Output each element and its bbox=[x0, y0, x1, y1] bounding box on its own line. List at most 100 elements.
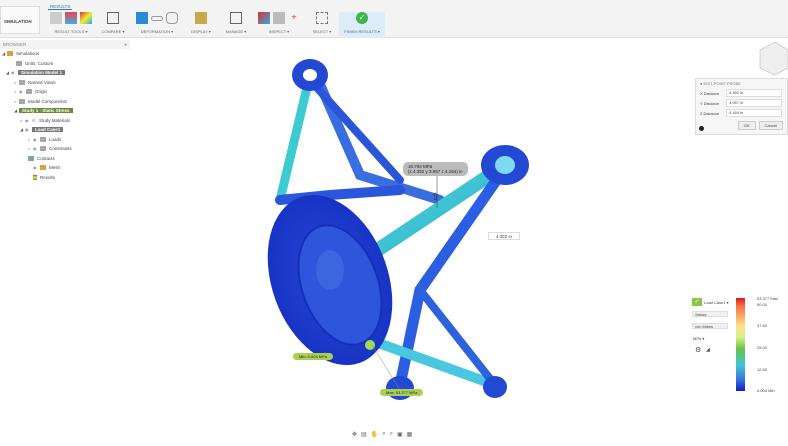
browser-node[interactable]: > ◉ Constraints bbox=[0, 144, 130, 154]
manage-icon bbox=[230, 12, 242, 24]
result-legend: ✓ Load Case1 ▾ Stress von Mises MPa ▾ ⚙ ◢… bbox=[690, 296, 788, 396]
legend-icon bbox=[65, 12, 77, 24]
plot-icon bbox=[80, 12, 92, 24]
pan-icon[interactable]: ✋ bbox=[371, 431, 378, 438]
compare-icon bbox=[107, 12, 119, 24]
result-type-dropdown[interactable]: Stress bbox=[692, 311, 728, 317]
browser-node[interactable]: Results bbox=[0, 173, 130, 183]
component-dropdown[interactable]: von Mises bbox=[692, 323, 728, 329]
browser-node[interactable]: > ◉ Loads bbox=[0, 135, 130, 145]
orbit-icon[interactable]: ✥ bbox=[352, 431, 357, 438]
browser-node[interactable]: > ◉ Origin bbox=[0, 87, 130, 97]
display-settings-icon[interactable]: ▣ bbox=[397, 431, 403, 438]
inspect-group[interactable]: + INSPECT ▾ bbox=[254, 12, 304, 36]
browser-node[interactable]: ◢ ◉ Load Case1 bbox=[0, 125, 130, 135]
x-distance-row: X Distance 4.352 in bbox=[696, 88, 787, 98]
display-icon bbox=[195, 12, 207, 24]
pin-icon[interactable]: ● bbox=[124, 42, 127, 47]
z-distance-row: Z Distance 4.164 in bbox=[696, 108, 787, 118]
y-distance-input[interactable]: 3.957 in bbox=[726, 99, 782, 107]
finish-results-button[interactable]: ✓ FINISH RESULTS ▾ bbox=[339, 12, 385, 38]
deform-scale-icon bbox=[151, 16, 163, 21]
node-label: Simulations bbox=[16, 51, 40, 57]
check-icon: ✓ bbox=[356, 12, 368, 24]
browser-node[interactable]: ◢ Simulations bbox=[0, 49, 130, 59]
ok-button[interactable]: OK bbox=[737, 121, 756, 130]
distance-input[interactable]: 4.352 in bbox=[488, 232, 520, 240]
tick-label: 37.50 bbox=[757, 323, 768, 328]
deform-auto-icon bbox=[166, 12, 178, 24]
tick-label: 50.00 bbox=[757, 302, 768, 307]
point-probe-icon: + bbox=[291, 12, 297, 22]
compare-group[interactable]: COMPARE ▾ bbox=[100, 12, 126, 36]
node-label: Origin bbox=[35, 89, 48, 95]
tick-label: 25.00 bbox=[757, 345, 768, 350]
node-label: Named Views bbox=[28, 79, 56, 85]
display-group[interactable]: DISPLAY ▾ bbox=[188, 12, 214, 36]
info-icon[interactable] bbox=[699, 126, 704, 131]
field-label: X Distance bbox=[700, 90, 720, 96]
deformation-group[interactable]: DEFORMATION ▾ bbox=[132, 12, 182, 36]
min-tag: Min: 0.004 MPa bbox=[293, 353, 334, 360]
field-label: Z Distance bbox=[700, 110, 720, 116]
zoom-icon[interactable]: ⌕ bbox=[382, 431, 385, 438]
edit-point-probe-dialog: ● EDIT POINT PROBE X Distance 4.352 in Y … bbox=[695, 78, 788, 135]
tick-label: 0.004 Min bbox=[757, 388, 775, 393]
dialog-title: EDIT POINT PROBE bbox=[703, 81, 741, 86]
browser-node[interactable]: Units: Custom bbox=[0, 59, 130, 69]
z-distance-input[interactable]: 4.164 in bbox=[726, 109, 782, 117]
probe-label: 10.794 MPa (x 4.352 y 3.957 z 4.164) in bbox=[403, 162, 468, 176]
grid-icon[interactable]: ▦ bbox=[407, 431, 413, 438]
settings-icon[interactable]: ⚙ bbox=[695, 346, 701, 354]
inspect-icon bbox=[258, 12, 270, 24]
workspace-switcher[interactable]: SIMULATION bbox=[0, 6, 40, 34]
move-arrow-icon[interactable]: ⇧ bbox=[431, 192, 439, 203]
load-case-selector[interactable]: ✓ Load Case1 ▾ bbox=[692, 298, 729, 306]
look-at-icon[interactable]: ▤ bbox=[361, 431, 367, 438]
browser-node[interactable]: > Named Views bbox=[0, 78, 130, 88]
browser-node[interactable]: > ◉ ⚙ Study Materials bbox=[0, 116, 130, 126]
deformation-icon bbox=[136, 12, 148, 24]
probe-icon bbox=[273, 12, 285, 24]
select-icon bbox=[316, 12, 328, 24]
tick-label: 12.50 bbox=[757, 367, 768, 372]
navigation-bar: ✥ ▤ ✋ ⌕ ⌕ ▣ ▦ bbox=[352, 431, 412, 438]
cancel-button[interactable]: Cancel bbox=[758, 121, 783, 130]
browser-node[interactable]: ◢ ◉ Simulation Model 1 bbox=[0, 68, 130, 78]
browser-node[interactable]: ◢ Study 1 - Static Stress bbox=[0, 106, 130, 116]
load-case-label: Load Case1 ▾ bbox=[704, 299, 729, 305]
node-label: Study Materials bbox=[39, 117, 71, 123]
node-label: Load Case1 bbox=[32, 127, 64, 133]
tab-results[interactable]: RESULTS bbox=[48, 4, 73, 10]
chart-icon[interactable]: ◢ bbox=[706, 347, 710, 353]
node-label: Model Components bbox=[28, 98, 68, 104]
units-dropdown[interactable]: MPa ▾ bbox=[693, 336, 704, 341]
node-label: Study 1 - Static Stress bbox=[19, 108, 73, 114]
select-group[interactable]: SELECT ▾ bbox=[310, 12, 334, 36]
probe-coordinates: (x 4.352 y 3.957 z 4.164) in bbox=[408, 169, 463, 174]
color-scale-bar bbox=[736, 298, 745, 391]
field-label: Y Distance bbox=[700, 100, 720, 106]
node-label: Constraints bbox=[49, 146, 72, 152]
browser-node[interactable]: > Model Components bbox=[0, 97, 130, 107]
check-icon: ✓ bbox=[692, 298, 702, 306]
manage-group[interactable]: MANAGE ▾ bbox=[222, 12, 250, 36]
node-label: Results bbox=[40, 174, 56, 180]
browser-node[interactable]: Contacts bbox=[0, 154, 130, 164]
node-label: Simulation Model 1 bbox=[18, 70, 66, 76]
browser-title: BROWSER bbox=[3, 42, 27, 47]
x-distance-input[interactable]: 4.352 in bbox=[726, 89, 782, 97]
node-label: Loads bbox=[49, 136, 62, 142]
toolbar: SIMULATION RESULTS RESULT TOOLS ▾ COMPAR… bbox=[0, 0, 788, 38]
result-icon bbox=[50, 12, 62, 24]
tick-label: 53.377 Max bbox=[757, 296, 778, 301]
zoom-window-icon[interactable]: ⌕ bbox=[390, 431, 393, 438]
node-label: Mesh bbox=[49, 165, 61, 171]
result-tools-group[interactable]: RESULT TOOLS ▾ bbox=[46, 12, 96, 36]
browser-node[interactable]: ◉ Mesh bbox=[0, 163, 130, 173]
max-tag: Max: 53.377 MPa bbox=[380, 389, 424, 396]
node-label: Contacts bbox=[37, 155, 55, 161]
y-distance-row: Y Distance 3.957 in bbox=[696, 98, 787, 108]
node-label: Units: Custom bbox=[25, 60, 54, 66]
browser-panel: BROWSER ● ◢ Simulations Units: Custom ◢ ◉ Si… bbox=[0, 40, 130, 182]
